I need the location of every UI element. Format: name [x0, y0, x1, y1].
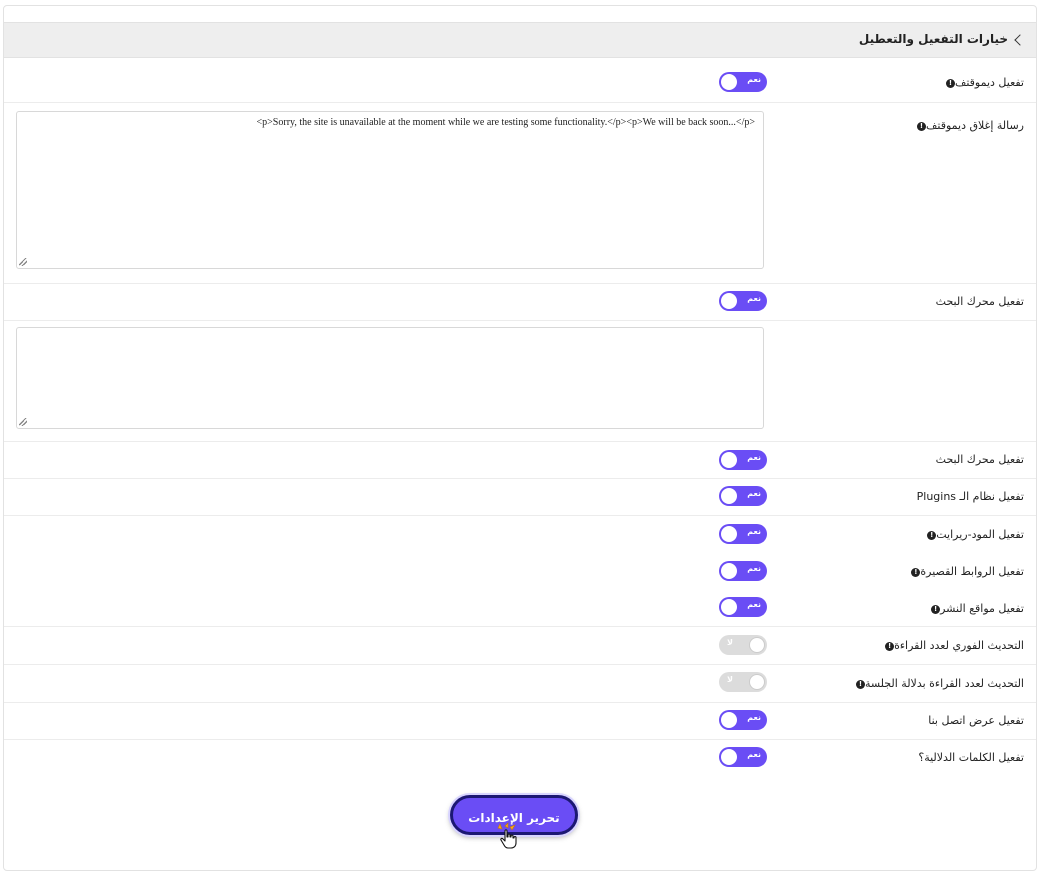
- setting-label: تفعيل المود-ريرايت!: [923, 528, 1024, 541]
- maintenance-toggle[interactable]: نعم: [719, 72, 767, 92]
- toggle-knob: [721, 712, 737, 728]
- setting-row-contact-form: تفعيل عرض اتصل بنا نعم: [4, 703, 1036, 740]
- setting-label: تفعيل نظام الـ Plugins: [916, 490, 1024, 503]
- toggle-knob: [749, 674, 765, 690]
- toggle-knob: [721, 74, 737, 90]
- info-icon[interactable]: !: [945, 78, 955, 88]
- setting-label: التحديث لعدد القراءة بدلالة الجلسة!: [852, 677, 1024, 690]
- settings-panel: خيارات التفعيل والتعطيل تفعيل ديموقتف! ن…: [3, 5, 1037, 871]
- toggle-knob: [721, 452, 737, 468]
- short-links-toggle[interactable]: نعم: [719, 561, 767, 581]
- instant-read-count-toggle[interactable]: لا: [719, 635, 767, 655]
- setting-row-session-read-count: التحديث لعدد القراءة بدلالة الجلسة! لا: [4, 665, 1036, 703]
- keywords-toggle[interactable]: نعم: [719, 747, 767, 767]
- contact-form-toggle[interactable]: نعم: [719, 710, 767, 730]
- toggle-text: نعم: [747, 75, 761, 84]
- setting-label: تفعيل محرك البحث: [935, 453, 1024, 466]
- setting-row-publish-sites: تفعيل مواقع النشر! نعم: [4, 590, 1036, 627]
- toggle-text: نعم: [747, 600, 761, 609]
- info-icon[interactable]: !: [927, 530, 937, 540]
- resize-grip-icon[interactable]: [19, 258, 27, 266]
- setting-row-search-engine: تفعيل محرك البحث نعم: [4, 284, 1036, 321]
- toggle-knob: [721, 488, 737, 504]
- info-icon[interactable]: !: [855, 679, 865, 689]
- section-header[interactable]: خيارات التفعيل والتعطيل: [4, 22, 1036, 58]
- setting-label: تفعيل ديموقتف!: [942, 76, 1024, 89]
- setting-label: تفعيل عرض اتصل بنا: [928, 714, 1024, 727]
- hand-pointer-icon: [497, 822, 517, 849]
- resize-grip-icon[interactable]: [19, 418, 27, 426]
- toggle-text: نعم: [747, 453, 761, 462]
- toggle-knob: [721, 749, 737, 765]
- setting-row-plugins: تفعيل نظام الـ Plugins نعم: [4, 479, 1036, 516]
- setting-row-short-links: تفعيل الروابط القصيرة! نعم: [4, 553, 1036, 589]
- toggle-knob: [721, 293, 737, 309]
- section-title: خيارات التفعيل والتعطيل: [858, 32, 1008, 46]
- setting-label: تفعيل الروابط القصيرة!: [907, 565, 1024, 578]
- toggle-text: نعم: [747, 750, 761, 759]
- setting-label: تفعيل مواقع النشر!: [927, 602, 1024, 615]
- setting-row-mod-rewrite: تفعيل المود-ريرايت! نعم: [4, 516, 1036, 552]
- toggle-text: نعم: [747, 713, 761, 722]
- plugins-toggle[interactable]: نعم: [719, 486, 767, 506]
- maintenance-message-textarea[interactable]: <p>Sorry, the site is unavailable at the…: [16, 111, 764, 269]
- toggle-knob: [721, 599, 737, 615]
- toggle-text: لا: [727, 675, 733, 684]
- toggle-knob: [721, 563, 737, 579]
- setting-row-instant-read-count: التحديث الفوري لعدد القراءة! لا: [4, 627, 1036, 665]
- info-icon[interactable]: !: [917, 121, 926, 131]
- search-engine-toggle-2[interactable]: نعم: [719, 450, 767, 470]
- session-read-count-toggle[interactable]: لا: [719, 672, 767, 692]
- toggle-text: نعم: [747, 294, 761, 303]
- publish-sites-toggle[interactable]: نعم: [719, 597, 767, 617]
- setting-row-maintenance-message: رسالة إغلاق ديموقتف! <p>Sorry, the site …: [4, 103, 1036, 284]
- setting-label: التحديث الفوري لعدد القراءة!: [881, 639, 1024, 652]
- setting-row-search-textarea: [4, 321, 1036, 442]
- toggle-knob: [749, 637, 765, 653]
- setting-label: تفعيل الكلمات الدلالية؟: [918, 751, 1024, 764]
- setting-row-maintenance: تفعيل ديموقتف! نعم: [4, 57, 1036, 103]
- info-icon[interactable]: !: [931, 604, 941, 614]
- setting-row-keywords: تفعيل الكلمات الدلالية؟ نعم: [4, 740, 1036, 776]
- setting-row-search-engine-2: تفعيل محرك البحث نعم: [4, 442, 1036, 479]
- toggle-text: نعم: [747, 527, 761, 536]
- toggle-text: نعم: [747, 489, 761, 498]
- textarea-content: <p>Sorry, the site is unavailable at the…: [256, 117, 755, 128]
- toggle-knob: [721, 526, 737, 542]
- setting-label: تفعيل محرك البحث: [935, 295, 1024, 308]
- chevron-left-icon: [1014, 34, 1026, 46]
- mod-rewrite-toggle[interactable]: نعم: [719, 524, 767, 544]
- search-engine-toggle[interactable]: نعم: [719, 291, 767, 311]
- search-textarea[interactable]: [16, 327, 764, 429]
- toggle-text: لا: [727, 638, 733, 647]
- toggle-text: نعم: [747, 564, 761, 573]
- info-icon[interactable]: !: [885, 641, 895, 651]
- setting-label: رسالة إغلاق ديموقتف!: [913, 119, 1024, 132]
